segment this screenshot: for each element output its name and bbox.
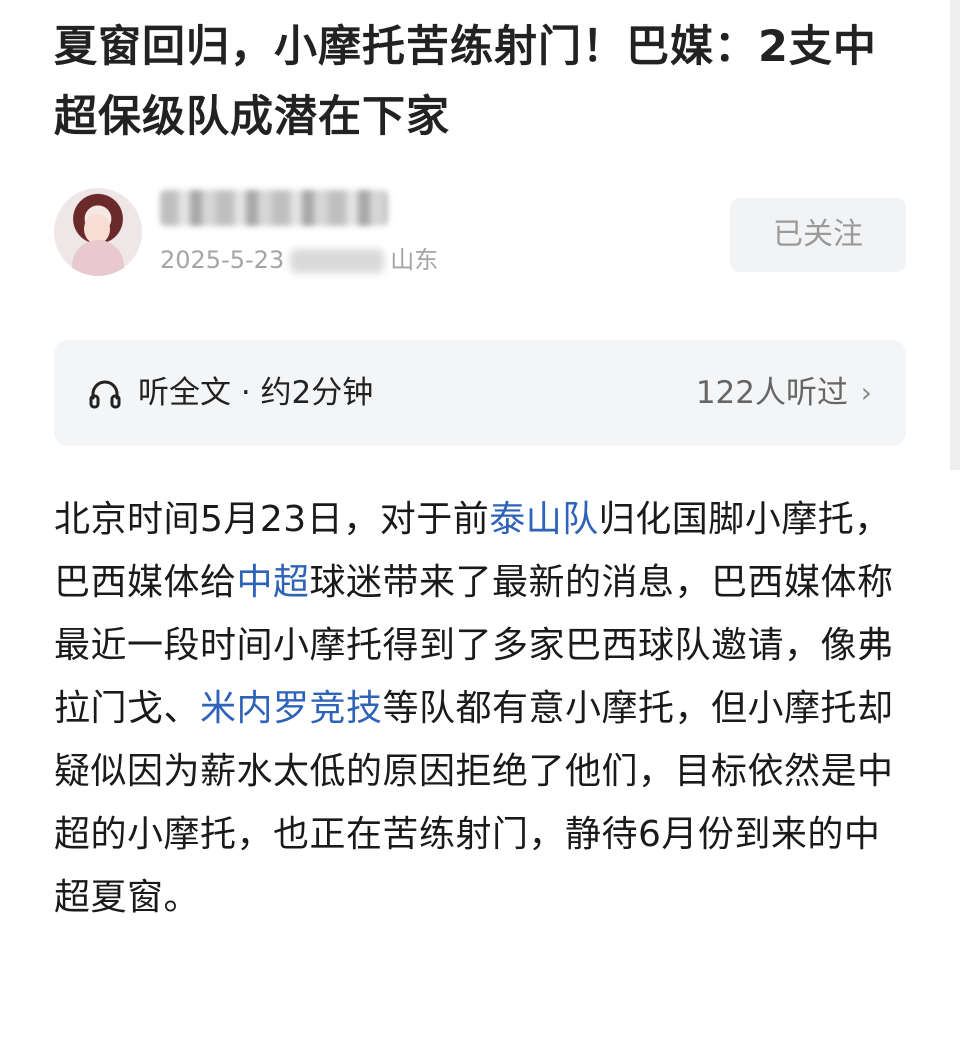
author-location: 山东 (390, 246, 439, 274)
link-csl[interactable]: 中超 (237, 562, 310, 603)
link-taishan[interactable]: 泰山队 (489, 499, 599, 540)
article-title: 夏窗回归，小摩托苦练射门！巴媒：2支中超保级队成潜在下家 (54, 22, 877, 142)
publish-date: 2025-5-23 (160, 246, 285, 274)
headphones-icon (89, 380, 121, 409)
blurred-time (290, 249, 385, 273)
author-meta: 2025-5-23 山东 (160, 240, 438, 275)
listen-full-text-bar[interactable]: 听全文 · 约2分钟 122人听过 › (54, 340, 906, 446)
link-mineiro[interactable]: 米内罗竞技 (200, 688, 383, 729)
author-name[interactable] (160, 190, 388, 226)
listen-count: 122人听过 (695, 375, 848, 411)
scrollbar[interactable] (950, 0, 960, 470)
author-row: 2025-5-23 山东 已关注 (54, 188, 906, 276)
follow-button[interactable]: 已关注 (730, 198, 906, 272)
avatar-robe (72, 240, 124, 276)
listen-label: 听全文 · 约2分钟 (138, 375, 374, 411)
avatar[interactable] (54, 188, 142, 276)
body-text-1: 北京时间5月23日，对于前 (54, 499, 490, 540)
chevron-right-icon: › (860, 376, 872, 409)
article-body: 北京时间5月23日，对于前泰山队归化国脚小摩托，巴西媒体给中超球迷带来了最新的消… (54, 488, 914, 929)
